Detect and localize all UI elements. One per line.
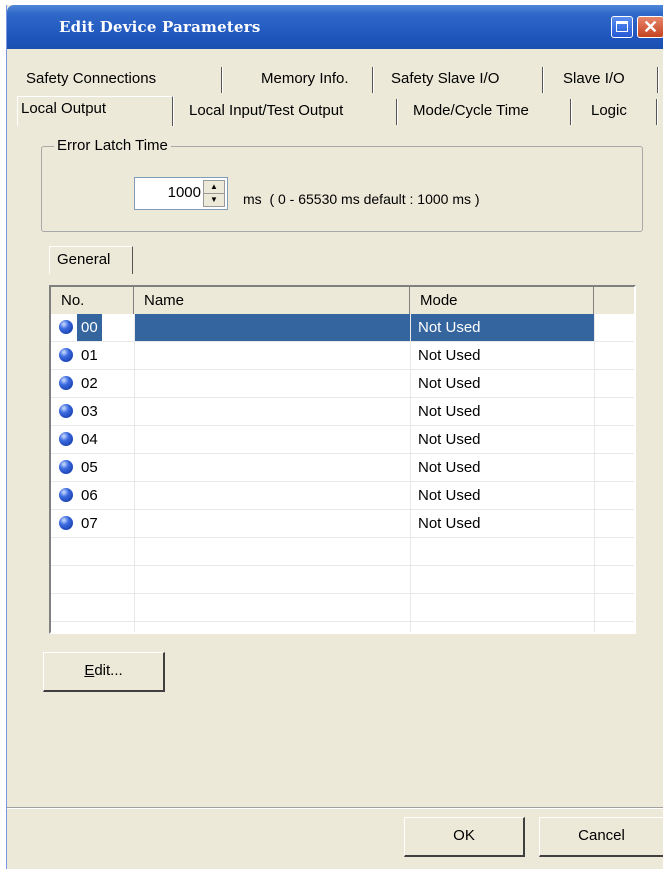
status-led-icon <box>59 488 73 502</box>
row-mode: Not Used <box>418 403 481 420</box>
tab-mode-cycle-time[interactable]: Mode/Cycle Time <box>401 99 571 125</box>
row-name <box>135 454 410 481</box>
tab-logic[interactable]: Logic <box>573 99 657 125</box>
range-hint: ms ( 0 - 65530 ms default : 1000 ms ) <box>243 191 480 207</box>
cancel-button[interactable]: Cancel <box>539 817 663 857</box>
cancel-label: Cancel <box>578 827 625 844</box>
table-row[interactable]: 06 Not Used <box>51 482 634 510</box>
error-latch-label: Error Latch Time <box>54 137 171 154</box>
row-mode: Not Used <box>418 431 481 448</box>
row-number: 07 <box>81 515 98 532</box>
table-row[interactable]: 05 Not Used <box>51 454 634 482</box>
status-led-icon <box>59 404 73 418</box>
table-row[interactable]: 01 Not Used <box>51 342 634 370</box>
row-name <box>135 510 410 537</box>
column-header-no[interactable]: No. <box>51 287 134 314</box>
row-number: 02 <box>81 375 98 392</box>
tab-label: Memory Info. <box>261 70 349 87</box>
row-mode: Not Used <box>418 515 481 532</box>
divider <box>7 807 663 809</box>
table-row[interactable]: 00 Not Used <box>51 314 634 342</box>
empty-row <box>51 594 634 622</box>
row-number: 03 <box>81 403 98 420</box>
tab-label: Local Input/Test Output <box>189 102 344 119</box>
error-latch-spinner[interactable]: 1000 ▲ ▼ <box>134 177 228 210</box>
row-number: 06 <box>81 487 98 504</box>
tab-label: Safety Connections <box>26 70 157 87</box>
row-number: 00 <box>77 314 102 341</box>
spinner-buttons: ▲ ▼ <box>203 180 225 207</box>
title-bar[interactable]: Edit Device Parameters ✕ <box>7 5 663 49</box>
tab-label: Logic <box>591 102 627 119</box>
row-mode: Not Used <box>418 375 481 392</box>
spin-up-icon[interactable]: ▲ <box>204 181 224 193</box>
row-number: 05 <box>81 459 98 476</box>
tab-local-input-test-output[interactable]: Local Input/Test Output <box>177 99 397 125</box>
column-header-mode[interactable]: Mode <box>410 287 594 314</box>
edit-label: dit... <box>94 662 123 679</box>
close-icon: ✕ <box>643 17 659 37</box>
column-header-blank <box>594 287 634 314</box>
tab-label: Local Output <box>21 100 107 117</box>
empty-row <box>51 538 634 566</box>
window-title: Edit Device Parameters <box>59 18 261 36</box>
spin-down-icon[interactable]: ▼ <box>204 193 224 206</box>
edit-mnemonic: E <box>84 662 95 679</box>
row-number: 04 <box>81 431 98 448</box>
row-name <box>135 398 410 425</box>
row-mode: Not Used <box>418 487 481 504</box>
close-button[interactable]: ✕ <box>637 16 663 38</box>
subtab-label: General <box>57 251 111 268</box>
table-row[interactable]: 04 Not Used <box>51 426 634 454</box>
range-text: ( 0 - 65530 ms default : 1000 ms ) <box>269 191 480 207</box>
row-name <box>135 370 410 397</box>
row-number: 01 <box>81 347 98 364</box>
column-label: Mode <box>420 292 458 309</box>
status-led-icon <box>59 376 73 390</box>
tab-label: Mode/Cycle Time <box>413 102 529 119</box>
output-list[interactable]: No. Name Mode 00 Not Used 01 Not Used 02 Not … <box>49 285 636 634</box>
subtab-general[interactable]: General <box>49 246 133 274</box>
empty-row <box>51 566 634 594</box>
tab-label: Safety Slave I/O <box>391 70 500 87</box>
tab-slave-io[interactable]: Slave I/O <box>563 67 658 93</box>
error-latch-group <box>41 146 643 232</box>
status-led-icon <box>59 460 73 474</box>
row-mode: Not Used <box>418 459 481 476</box>
edit-button[interactable]: Edit... <box>43 652 165 692</box>
tab-label: Slave I/O <box>563 70 625 87</box>
empty-row <box>51 622 634 632</box>
status-led-icon <box>59 516 73 530</box>
row-name <box>135 342 410 369</box>
column-header-name[interactable]: Name <box>134 287 410 314</box>
row-name <box>135 314 410 341</box>
table-row[interactable]: 07 Not Used <box>51 510 634 538</box>
maximize-button[interactable] <box>611 16 633 38</box>
tab-safety-connections[interactable]: Safety Connections <box>26 67 222 93</box>
status-led-icon <box>59 432 73 446</box>
ok-label: OK <box>453 827 475 844</box>
row-name <box>135 482 410 509</box>
row-mode: Not Used <box>418 347 481 364</box>
unit-label: ms <box>243 191 262 207</box>
tab-local-output[interactable]: Local Output <box>17 96 173 126</box>
ok-button[interactable]: OK <box>404 817 525 857</box>
table-row[interactable]: 02 Not Used <box>51 370 634 398</box>
error-latch-value[interactable]: 1000 <box>135 184 201 201</box>
status-led-icon <box>59 348 73 362</box>
column-label: No. <box>61 292 85 309</box>
tab-memory-info[interactable]: Memory Info. <box>237 67 373 93</box>
maximize-icon <box>616 21 628 32</box>
table-row[interactable]: 03 Not Used <box>51 398 634 426</box>
row-mode: Not Used <box>411 314 594 341</box>
tab-safety-slave-io[interactable]: Safety Slave I/O <box>391 67 543 93</box>
row-name <box>135 426 410 453</box>
status-led-icon <box>59 320 73 334</box>
column-label: Name <box>144 292 185 309</box>
